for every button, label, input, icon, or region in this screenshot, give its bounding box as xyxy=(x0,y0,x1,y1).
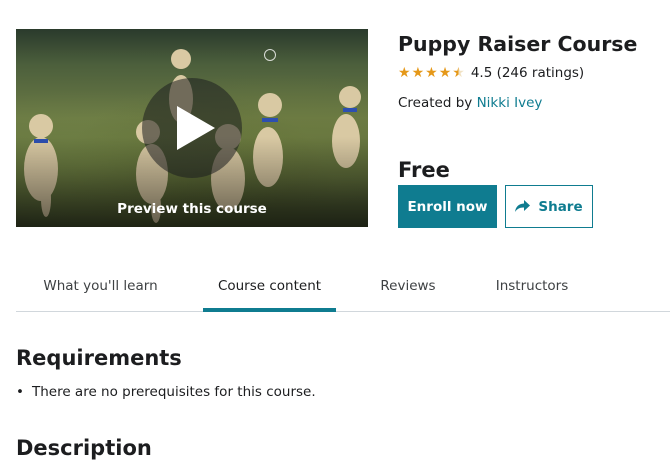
requirements-heading: Requirements xyxy=(16,346,182,370)
tab-what-youll-learn[interactable]: What you'll learn xyxy=(30,264,171,312)
play-icon xyxy=(177,106,215,150)
share-label: Share xyxy=(538,198,583,215)
star-icon: ★ xyxy=(411,65,425,81)
enroll-now-button[interactable]: Enroll now xyxy=(398,185,497,228)
star-rating: ★ ★ ★ ★ ★ xyxy=(398,66,465,80)
created-by-prefix: Created by xyxy=(398,95,477,111)
star-half-icon: ★ xyxy=(452,65,465,81)
tab-reviews[interactable]: Reviews xyxy=(368,264,448,312)
enroll-now-label: Enroll now xyxy=(407,198,488,215)
bullet-icon: • xyxy=(16,384,24,400)
share-button[interactable]: Share xyxy=(505,185,593,228)
requirement-item: • There are no prerequisites for this co… xyxy=(16,384,316,400)
course-rating: ★ ★ ★ ★ ★ 4.5 (246 ratings) xyxy=(398,65,584,81)
rating-text: 4.5 (246 ratings) xyxy=(470,65,585,81)
description-heading: Description xyxy=(16,436,152,460)
created-by: Created by Nikki Ivey xyxy=(398,95,542,111)
star-icon: ★ xyxy=(438,65,452,81)
course-tabs: What you'll learn Course content Reviews… xyxy=(16,264,670,312)
share-arrow-icon xyxy=(515,200,531,212)
course-price: Free xyxy=(398,158,450,182)
star-icon: ★ xyxy=(425,65,438,81)
ring-icon xyxy=(264,49,276,61)
play-button[interactable] xyxy=(142,78,242,178)
instructor-link[interactable]: Nikki Ivey xyxy=(477,95,543,111)
tab-course-content[interactable]: Course content xyxy=(203,264,336,312)
star-icon: ★ xyxy=(398,65,411,81)
tab-instructors[interactable]: Instructors xyxy=(480,264,584,312)
course-preview-video[interactable]: Preview this course xyxy=(16,29,368,227)
requirement-text: There are no prerequisites for this cour… xyxy=(31,384,316,400)
preview-label[interactable]: Preview this course xyxy=(16,201,368,217)
course-title: Puppy Raiser Course xyxy=(398,32,638,56)
